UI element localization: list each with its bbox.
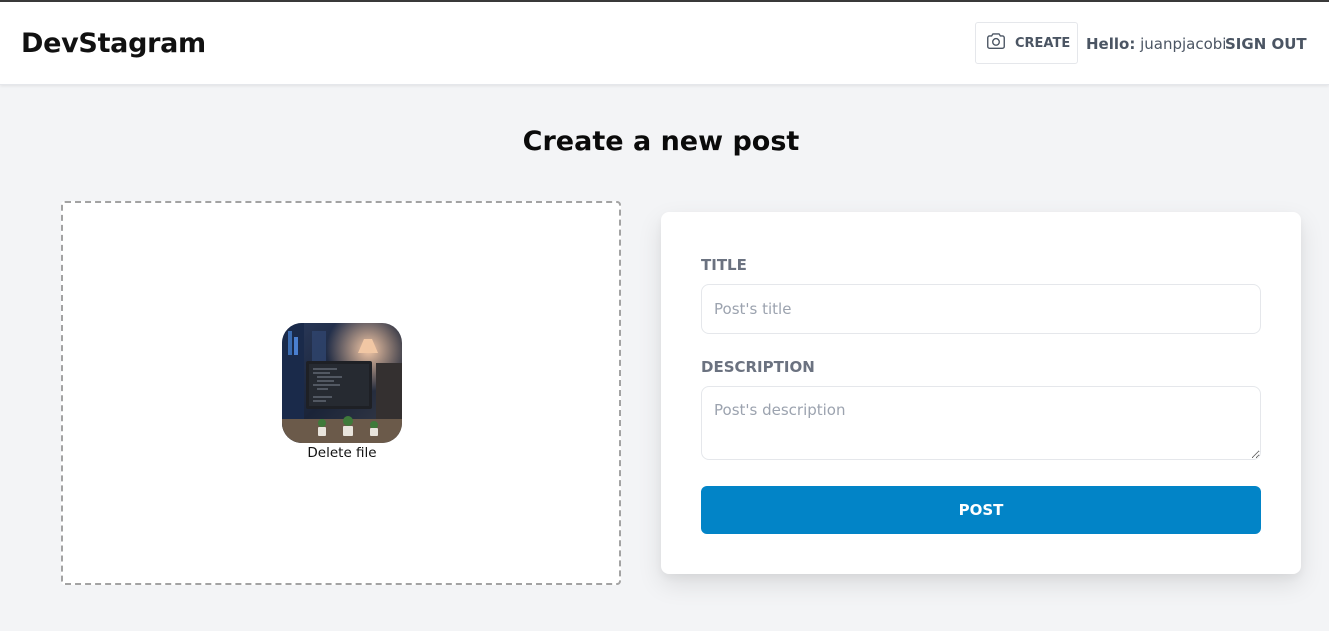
sign-out-button[interactable]: SIGN OUT xyxy=(1225,35,1307,53)
delete-file-link[interactable]: Delete file xyxy=(63,445,621,461)
navbar: DevStagram CREATE Hello: juanpjacobi SIG… xyxy=(0,2,1329,85)
uploaded-image-thumbnail xyxy=(282,323,402,443)
create-button[interactable]: CREATE xyxy=(975,22,1078,64)
greeting-prefix: Hello: xyxy=(1086,35,1136,53)
page-title: Create a new post xyxy=(522,126,800,157)
camera-icon xyxy=(985,30,1007,56)
title-input[interactable] xyxy=(701,284,1261,334)
description-label: Description xyxy=(701,358,815,376)
image-dropzone[interactable]: Delete file xyxy=(61,201,621,585)
user-greeting: Hello: juanpjacobi xyxy=(1086,35,1226,53)
create-label: CREATE xyxy=(1015,35,1071,51)
post-submit-button[interactable]: POST xyxy=(701,486,1261,534)
title-label: Title xyxy=(701,256,747,274)
post-form-card: Title Description POST xyxy=(661,212,1301,574)
description-input[interactable] xyxy=(701,386,1261,460)
username[interactable]: juanpjacobi xyxy=(1140,35,1226,53)
brand-logo[interactable]: DevStagram xyxy=(21,28,206,59)
